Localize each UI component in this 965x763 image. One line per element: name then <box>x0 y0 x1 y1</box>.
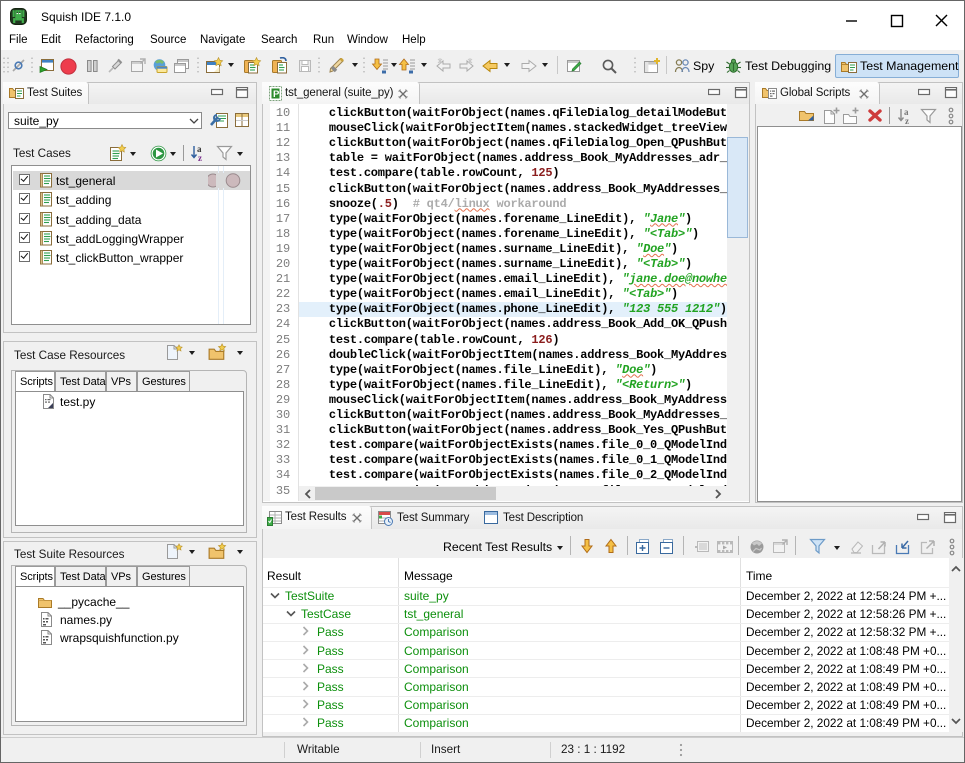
svg-text:P: P <box>273 89 280 100</box>
svg-text:z: z <box>905 116 909 125</box>
svg-text:z: z <box>198 153 202 162</box>
